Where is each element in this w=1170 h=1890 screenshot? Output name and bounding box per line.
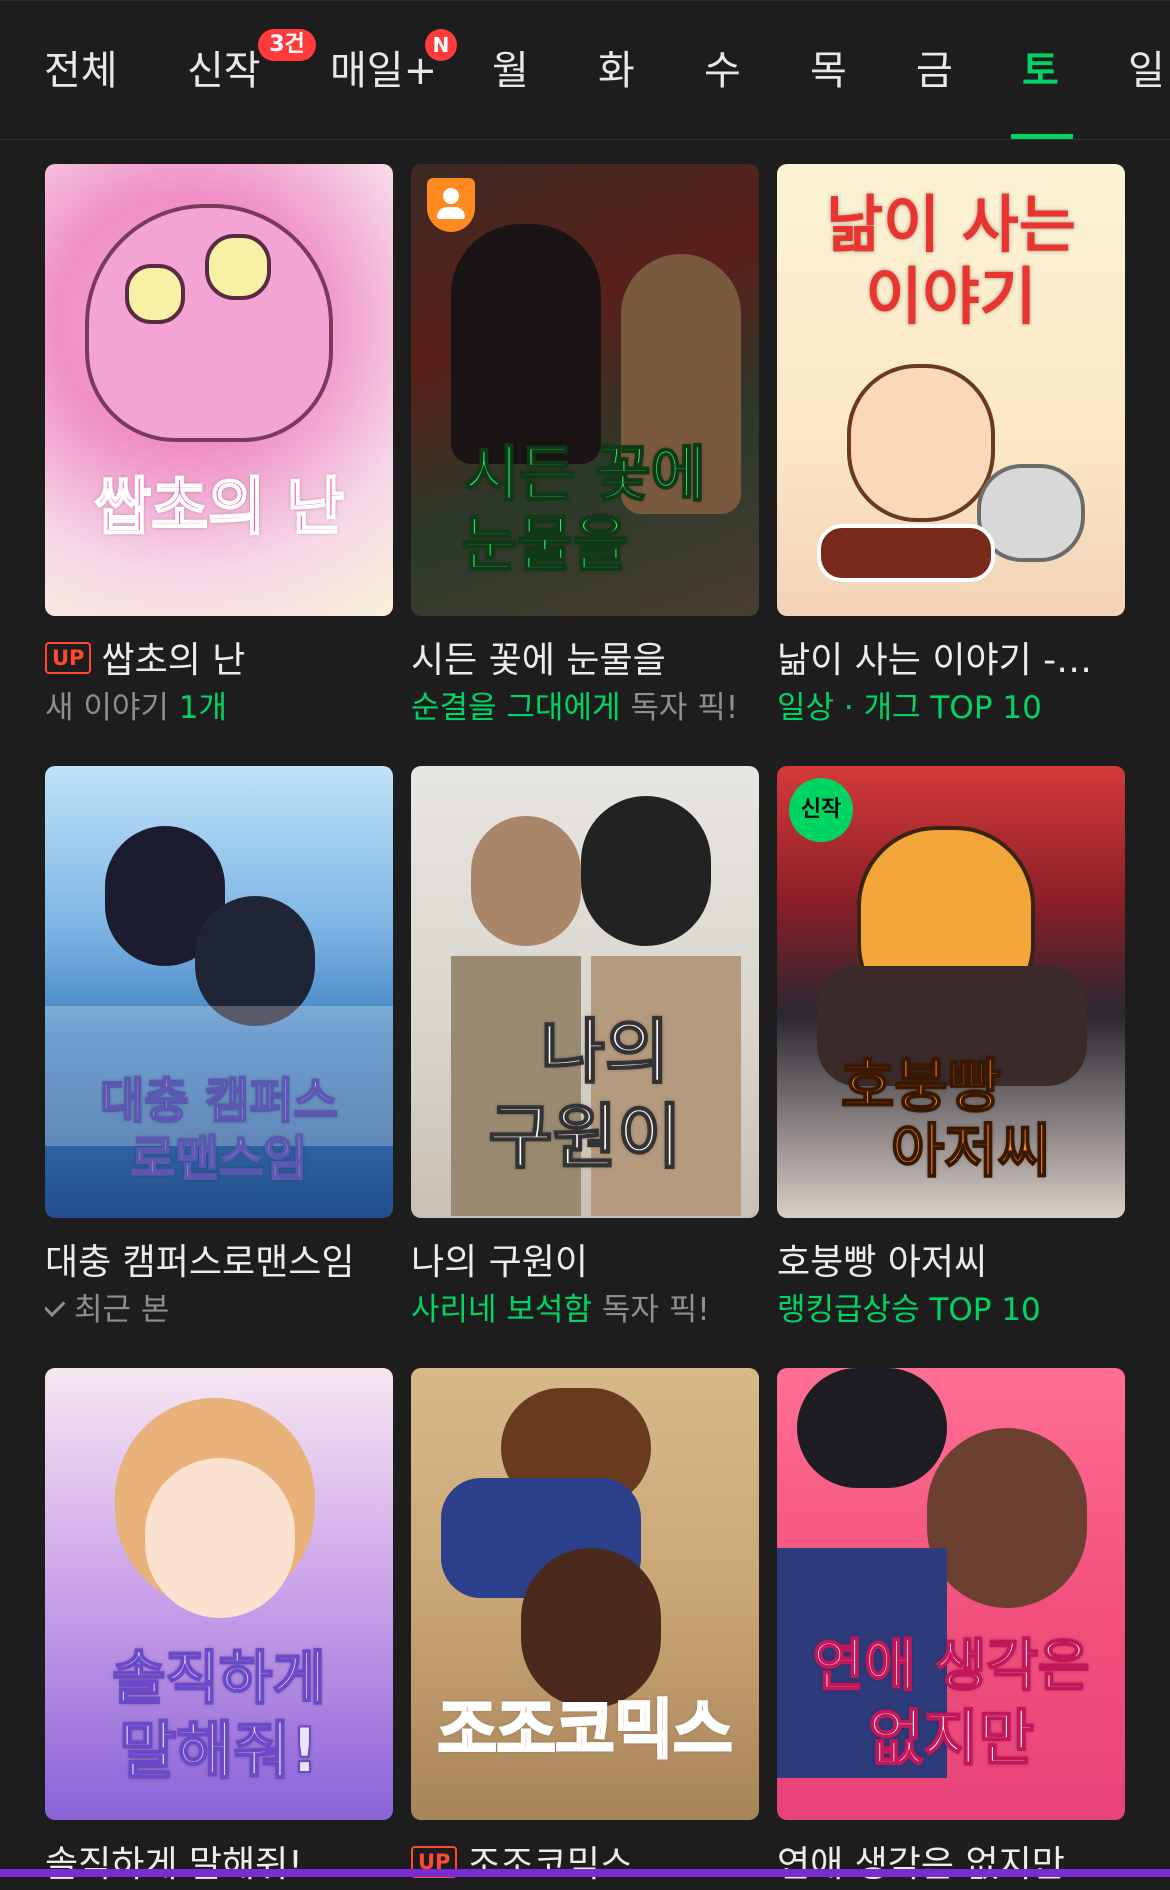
cover-title: 쌉초의 난 (93, 470, 345, 543)
active-tab-indicator (1011, 134, 1073, 139)
sub-text: 최근 본 (74, 1292, 170, 1328)
new-series-badge: 신작 (789, 778, 853, 842)
webtoon-title: 호붕빵 아저씨 (777, 1242, 988, 1283)
webtoon-subtitle: 랭킹급상승 TOP 10 (777, 1292, 1041, 1328)
cover-title-line2: 로맨스임 (130, 1131, 309, 1187)
bottom-nav-edge (0, 1869, 1170, 1877)
tab-all[interactable]: 전체 (44, 41, 118, 101)
cover-title-line2: 이야기 (865, 260, 1037, 333)
tab-wednesday[interactable]: 수 (704, 41, 741, 101)
cover-title: 조조코믹스 (436, 1694, 733, 1768)
sub-text: 새 이야기 (45, 690, 179, 726)
webtoon-subtitle: 새 이야기 1개 (45, 686, 393, 730)
sub-highlight: 1개 (178, 690, 228, 726)
update-badge: UP (45, 642, 92, 674)
webtoon-title: 낢이 사는 이야기 -… (777, 640, 1093, 681)
webtoon-title: UP 쌉초의 난 (45, 636, 393, 686)
webtoon-title: 시든 꽃에 눈물을 (411, 640, 666, 681)
tab-daily-plus[interactable]: 매일+ (330, 41, 437, 101)
tab-friday[interactable]: 금 (916, 41, 953, 101)
tab-thursday[interactable]: 목 (810, 41, 847, 101)
cover-title-line1: 낢이 사는 (826, 188, 1076, 261)
tab-sunday[interactable]: 일 (1128, 41, 1165, 101)
cover-title-line1: 대충 캠퍼스 (99, 1073, 339, 1129)
cover-thumbnail[interactable]: 나의 구원이 (411, 766, 759, 1218)
webtoon-title: 연애 생각은 없지만 (777, 1844, 1065, 1885)
cover-title-line2: 구원이 (487, 1096, 682, 1178)
webtoon-title: UP 조조코믹스 (411, 1840, 759, 1890)
tab-saturday[interactable]: 토 (1022, 41, 1059, 101)
sub-text: 독자 픽! (620, 690, 739, 726)
cover-thumbnail[interactable]: 쌉초의 난 (45, 164, 393, 616)
webtoon-subtitle: 사리네 보석함 독자 픽! (411, 1288, 759, 1332)
sub-text: 독자 픽! (591, 1292, 710, 1328)
cover-title-line1: 솔직하게 (111, 1644, 326, 1712)
cover-thumbnail[interactable]: 연애 생각은 없지만 (777, 1368, 1125, 1820)
tab-monday[interactable]: 월 (492, 41, 529, 101)
webtoon-subtitle: 일상 · 개그 TOP 10 (777, 690, 1042, 726)
tab-tuesday[interactable]: 화 (598, 41, 635, 101)
daily-plus-new-badge: N (425, 29, 457, 61)
cover-title-line2: 아저씨 (890, 1117, 1052, 1185)
cover-title-line1: 호붕빵 (840, 1052, 1002, 1120)
cover-title-line2: 없지만 (867, 1704, 1035, 1774)
person-icon (427, 178, 475, 232)
sub-highlight: 사리네 보석함 (411, 1292, 592, 1328)
sub-highlight: 순결을 그대에게 (411, 690, 621, 726)
cover-thumbnail[interactable]: 시든 꽃에 눈물을 (411, 164, 759, 616)
cover-title-line1: 시든 꽃에 (463, 440, 707, 510)
webtoon-subtitle: 순결을 그대에게 독자 픽! (411, 686, 759, 730)
cover-thumbnail[interactable]: 신작 호붕빵 아저씨 (777, 766, 1125, 1218)
cover-title-line1: 나의 (540, 1011, 671, 1093)
webtoon-title: 솔직하게 말해줘! (45, 1844, 303, 1885)
webtoon-title: 나의 구원이 (411, 1242, 589, 1283)
cover-thumbnail[interactable]: 낢이 사는 이야기 (777, 164, 1125, 616)
title-text: 쌉초의 난 (101, 640, 246, 681)
cover-thumbnail[interactable]: 대충 캠퍼스 로맨스임 (45, 766, 393, 1218)
cover-thumbnail[interactable]: 조조코믹스 (411, 1368, 759, 1820)
day-tab-bar: 전체 신작 3건 매일+ N 월 화 수 목 금 토 일 (0, 0, 1170, 140)
new-count-badge: 3건 (258, 29, 316, 61)
tab-new[interactable]: 신작 (187, 41, 261, 101)
webtoon-subtitle: 최근 본 (45, 1288, 393, 1332)
webtoon-title: 대충 캠퍼스로맨스임 (45, 1242, 355, 1283)
cover-title-line1: 연애 생각은 (811, 1634, 1090, 1699)
cover-thumbnail[interactable]: 솔직하게 말해줘! (45, 1368, 393, 1820)
cover-title-line2: 눈물을 (461, 510, 629, 580)
check-icon (45, 1295, 66, 1317)
title-text: 조조코믹스 (467, 1844, 634, 1885)
cover-title-line2: 말해줘! (118, 1714, 319, 1787)
